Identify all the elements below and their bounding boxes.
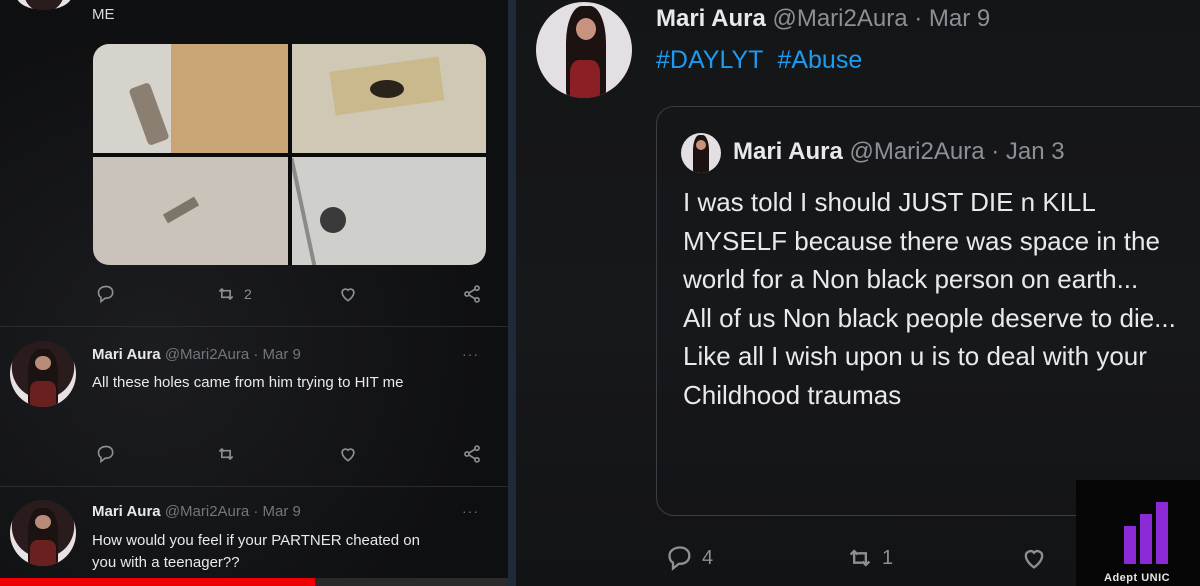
author-handle-date: @Mari2Aura · Jan 3: [842, 138, 1065, 165]
retweet-count: 1: [882, 546, 894, 569]
like-button[interactable]: [338, 444, 358, 464]
more-options-button[interactable]: ···: [462, 503, 479, 519]
quoted-text-line: Like all I wish upon u is to deal with y…: [683, 341, 1147, 410]
reply-icon: [668, 546, 691, 571]
panel-separator: [508, 0, 516, 586]
author-name[interactable]: Mari Aura: [92, 503, 161, 520]
left-screenshot-panel: ME 2 Mari Aura @Mari2Aura · Mar 9 ··· Al…: [0, 0, 508, 586]
more-options-button[interactable]: ···: [462, 346, 479, 362]
share-button[interactable]: [462, 444, 482, 464]
tweet-text: All these holes came from him trying to …: [92, 374, 404, 391]
quoted-tweet-text: I was told I should JUST DIE n KILL MYSE…: [683, 183, 1200, 414]
hashtag-abuse[interactable]: #Abuse: [777, 46, 862, 74]
avatar[interactable]: [536, 2, 632, 98]
retweet-button[interactable]: [216, 444, 236, 464]
share-icon: [464, 285, 480, 303]
share-button[interactable]: [462, 284, 482, 304]
image-grid[interactable]: [93, 44, 486, 265]
reply-icon: [97, 285, 114, 304]
quoted-text-line: All of us Non black people deserve to di…: [683, 302, 1176, 333]
like-icon: [341, 448, 355, 462]
like-icon: [1024, 550, 1044, 569]
avatar[interactable]: [681, 133, 721, 173]
channel-watermark-logo: Adept UNIC: [1076, 480, 1200, 586]
like-button[interactable]: [1020, 544, 1048, 572]
logo-bar: [1156, 502, 1168, 564]
reply-button[interactable]: 4: [666, 544, 713, 572]
retweet-icon: [849, 549, 871, 567]
wall-hole-photo-3[interactable]: [93, 156, 288, 265]
reply-button[interactable]: [96, 444, 116, 464]
retweet-icon: [218, 287, 234, 301]
tweet-text: How would you feel if your PARTNER cheat…: [92, 532, 420, 571]
retweet-button[interactable]: 1: [846, 544, 893, 572]
wall-hole-photo-2[interactable]: [291, 44, 486, 153]
author-handle-date: @Mari2Aura · Mar 9: [164, 346, 301, 363]
tweet-text: ME: [92, 6, 115, 23]
retweet-button[interactable]: 2: [216, 284, 252, 304]
retweet-count: 2: [244, 286, 252, 302]
tweet-divider: [0, 486, 508, 487]
quoted-text-line: I was told I should JUST DIE n KILL MYSE…: [683, 187, 1160, 294]
quoted-tweet-header: Mari Aura @Mari2Aura · Jan 3: [733, 138, 1065, 166]
reply-button[interactable]: [96, 284, 116, 304]
tweet-header: Mari Aura @Mari2Aura · Mar 9: [92, 346, 301, 363]
like-icon: [341, 288, 355, 302]
video-progress-bar[interactable]: [0, 578, 508, 586]
watermark-text: Adept UNIC: [1104, 572, 1171, 584]
tweet-header: Mari Aura @Mari2Aura · Mar 9: [656, 5, 990, 33]
reply-icon: [97, 445, 114, 464]
video-progress-fill: [0, 578, 315, 586]
author-name[interactable]: Mari Aura: [656, 5, 766, 32]
tweet-divider: [0, 326, 508, 327]
logo-bar: [1124, 526, 1136, 564]
author-name[interactable]: Mari Aura: [733, 138, 843, 165]
quoted-tweet[interactable]: Mari Aura @Mari2Aura · Jan 3 I was told …: [656, 106, 1200, 516]
reply-count: 4: [702, 546, 714, 569]
hashtags: #DAYLYT #Abuse: [656, 46, 876, 75]
tweet-header: Mari Aura @Mari2Aura · Mar 9: [92, 503, 301, 520]
author-handle-date: @Mari2Aura · Mar 9: [765, 5, 991, 32]
share-icon: [464, 445, 480, 463]
avatar[interactable]: [10, 341, 76, 407]
author-name[interactable]: Mari Aura: [92, 346, 161, 363]
hashtag-daylyt[interactable]: #DAYLYT: [656, 46, 763, 74]
author-handle-date: @Mari2Aura · Mar 9: [164, 503, 301, 520]
wall-hole-photo-4[interactable]: [291, 156, 486, 265]
wall-hole-photo-1[interactable]: [93, 44, 288, 153]
retweet-icon: [218, 447, 234, 461]
like-button[interactable]: [338, 284, 358, 304]
logo-bar: [1140, 514, 1152, 564]
avatar[interactable]: [10, 500, 76, 566]
